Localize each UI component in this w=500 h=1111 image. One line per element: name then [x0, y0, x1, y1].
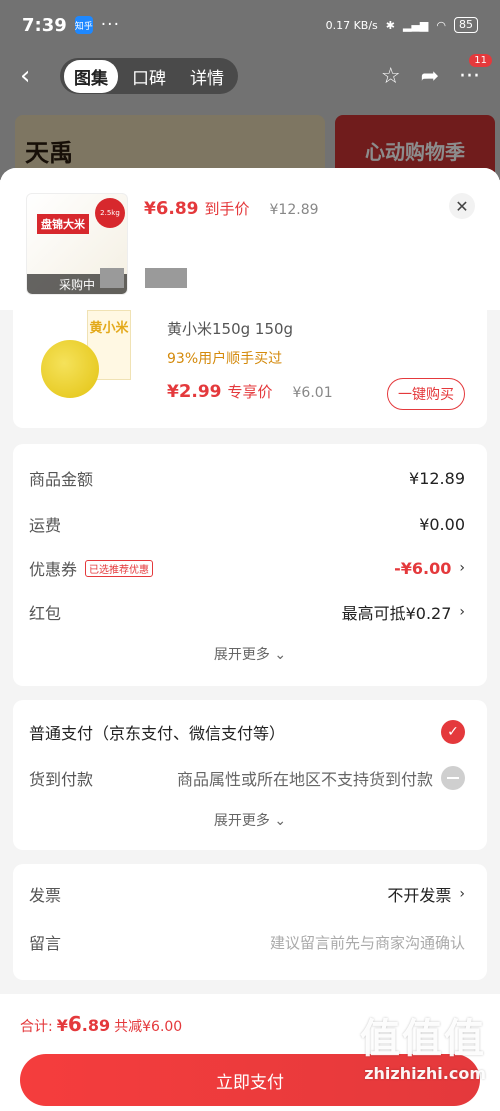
watermark-url: zhizhizhi.com [364, 1064, 486, 1083]
more-menu-icon[interactable]: ··· 11 [459, 53, 492, 89]
message-input[interactable]: 建议留言前先与商家沟通确认 [270, 932, 465, 953]
expand-more-button[interactable]: 展开更多 ⌄ [13, 644, 487, 664]
final-price: ¥6.89 [144, 198, 199, 219]
goods-amount-value: ¥12.89 [409, 468, 465, 488]
coupon-selected-tag: 已选推荐优惠 [85, 559, 154, 577]
addon-price-row: ¥2.99 专享价 ¥6.01 [167, 381, 333, 402]
payment-method-card: 普通支付（京东支付、微信支付等） ✓ 货到付款 商品属性或所在地区不支持货到付款… [13, 700, 487, 850]
chevron-right-icon: › [459, 886, 465, 902]
back-icon[interactable]: ‹ [20, 61, 50, 91]
wifi-icon: ◠ [436, 18, 446, 32]
chevron-right-icon: › [459, 604, 465, 620]
product-navbar: ‹ 图集 口碑 详情 ☆ ➦ ··· 11 [0, 53, 500, 97]
coupon-value: -¥6.00 [394, 558, 452, 578]
checkout-sheet: 盘锦大米 2.5kg 采购中 ¥6.89 到手价 ¥12.89 ✕ 黄小米 黄小… [0, 168, 500, 1111]
checked-icon[interactable]: ✓ [441, 720, 465, 744]
redacted-block [100, 268, 124, 288]
shipping-value: ¥0.00 [419, 514, 465, 534]
addon-original-price: ¥6.01 [292, 385, 333, 401]
cod-row: 货到付款 商品属性或所在地区不支持货到付款 [29, 766, 465, 790]
total-label: 合计: [20, 1019, 53, 1035]
background-page: 天禹 心动购物季 7:39 知乎 ··· 0.17 KB/s ✱ ▂▄▆ ◠ 8… [0, 0, 500, 185]
shipping-row: 运费 ¥0.00 [29, 512, 465, 536]
original-price: ¥12.89 [269, 202, 319, 218]
addon-price: ¥2.99 [167, 381, 222, 402]
bottom-pay-bar: 合计: ¥6.89 共减¥6.00 立即支付 值值值 zhizhizhi.com [0, 994, 500, 1111]
addon-image[interactable]: 黄小米 [37, 310, 149, 398]
product-tabs: 图集 口碑 详情 [60, 58, 238, 94]
watermark: 值值值 zhizhizhi.com [360, 1006, 486, 1083]
cod-note: 商品属性或所在地区不支持货到付款 [176, 770, 433, 789]
invoice-message-card: 发票 不开发票 › 留言 建议留言前先与商家沟通确认 [13, 864, 487, 980]
addon-bought-stat: 93%用户顺手买过 [167, 351, 283, 367]
redacted-block [145, 268, 187, 288]
coupon-label: 优惠券 [29, 560, 78, 579]
cod-label: 货到付款 [29, 770, 94, 789]
invoice-label: 发票 [29, 886, 62, 905]
thumb-weight-badge: 2.5kg [95, 198, 125, 228]
expand-more-button[interactable]: 展开更多 ⌄ [13, 810, 487, 830]
status-bar: 7:39 知乎 ··· 0.17 KB/s ✱ ▂▄▆ ◠ 85 [0, 0, 500, 50]
disabled-icon [441, 766, 465, 790]
goods-amount-row: 商品金额 ¥12.89 [29, 466, 465, 490]
addon-price-label: 专享价 [227, 383, 273, 401]
favorite-star-icon[interactable]: ☆ [381, 64, 401, 89]
total-saved: 共减¥6.00 [114, 1019, 183, 1035]
message-label: 留言 [29, 934, 62, 953]
final-price-label: 到手价 [204, 200, 250, 218]
signal-icon: ▂▄▆ [403, 18, 429, 32]
sheet-header: 盘锦大米 2.5kg 采购中 ¥6.89 到手价 ¥12.89 ✕ [0, 168, 500, 310]
invoice-value: 不开发票 [387, 886, 452, 905]
zhihu-app-icon: 知乎 [74, 16, 93, 34]
total-amount: ¥6.89 [56, 1012, 111, 1036]
addon-product-card: 黄小米 黄小米150g 150g 93%用户顺手买过 ¥2.99 专享价 ¥6.… [13, 310, 487, 428]
status-time: 7:39 [22, 14, 67, 36]
tab-reviews[interactable]: 口碑 [122, 60, 176, 93]
watermark-logo: 值值值 [360, 1016, 486, 1062]
one-click-buy-button[interactable]: 一键购买 [387, 378, 465, 410]
addon-title: 黄小米150g 150g [167, 320, 294, 338]
chevron-right-icon: › [459, 560, 465, 576]
bluetooth-icon: ✱ [385, 18, 395, 32]
order-summary-card: 商品金额 ¥12.89 运费 ¥0.00 优惠券 已选推荐优惠 -¥6.00 ›… [13, 444, 487, 686]
total-row: 合计: ¥6.89 共减¥6.00 [20, 1012, 182, 1036]
close-icon[interactable]: ✕ [449, 193, 475, 219]
notification-badge: 11 [469, 53, 492, 67]
red-packet-label: 红包 [29, 604, 62, 623]
normal-payment-row[interactable]: 普通支付（京东支付、微信支付等） ✓ [29, 720, 465, 744]
red-packet-value: 最高可抵¥0.27 [341, 604, 452, 623]
coupon-row[interactable]: 优惠券 已选推荐优惠 -¥6.00 › [29, 556, 465, 580]
battery-icon: 85 [454, 17, 478, 33]
tab-details[interactable]: 详情 [180, 60, 234, 93]
thumb-tag: 盘锦大米 [37, 214, 89, 234]
normal-payment-label: 普通支付（京东支付、微信支付等） [29, 724, 286, 743]
share-icon[interactable]: ➦ [421, 64, 439, 89]
millet-pile [41, 340, 99, 398]
goods-amount-label: 商品金额 [29, 470, 94, 489]
more-notifications-icon: ··· [100, 15, 120, 35]
message-row[interactable]: 留言 建议留言前先与商家沟通确认 [29, 930, 465, 954]
tab-gallery[interactable]: 图集 [64, 59, 118, 93]
invoice-row[interactable]: 发票 不开发票 › [29, 882, 465, 906]
red-packet-row[interactable]: 红包 最高可抵¥0.27 › [29, 600, 465, 624]
shipping-label: 运费 [29, 516, 62, 535]
final-price-row: ¥6.89 到手价 ¥12.89 [144, 198, 319, 219]
network-speed: 0.17 KB/s [325, 18, 378, 32]
